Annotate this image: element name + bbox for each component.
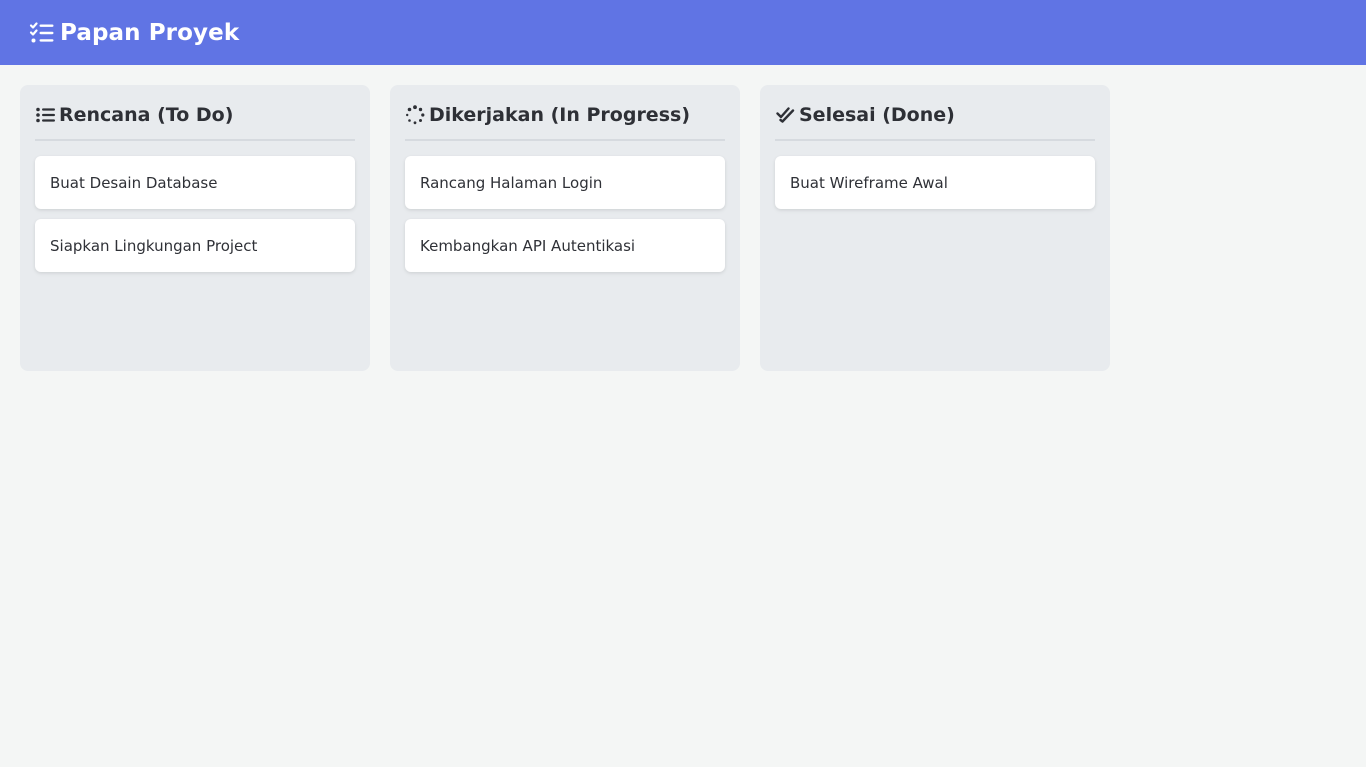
list-icon [35,105,55,125]
column-divider [405,139,725,141]
column-divider [775,139,1095,141]
task-card[interactable]: Rancang Halaman Login [405,156,725,209]
column-header: Selesai (Done) [775,101,1095,128]
column-title: Rencana (To Do) [59,103,234,126]
column-divider [35,139,355,141]
column-in-progress: Dikerjakan (In Progress) Rancang Halaman… [390,85,740,371]
task-card[interactable]: Buat Desain Database [35,156,355,209]
app-header: Papan Proyek [0,0,1366,65]
column-header: Dikerjakan (In Progress) [405,101,725,128]
task-card[interactable]: Kembangkan API Autentikasi [405,219,725,272]
column-title: Selesai (Done) [799,103,955,126]
list-check-icon [29,20,55,46]
column-done: Selesai (Done) Buat Wireframe Awal [760,85,1110,371]
column-header: Rencana (To Do) [35,101,355,128]
task-card[interactable]: Buat Wireframe Awal [775,156,1095,209]
spinner-icon [405,104,425,125]
column-todo: Rencana (To Do) Buat Desain Database Sia… [20,85,370,371]
column-title: Dikerjakan (In Progress) [429,103,690,126]
task-card[interactable]: Siapkan Lingkungan Project [35,219,355,272]
kanban-board: Rencana (To Do) Buat Desain Database Sia… [20,85,1110,371]
app-title: Papan Proyek [60,19,240,46]
double-check-icon [775,105,795,125]
